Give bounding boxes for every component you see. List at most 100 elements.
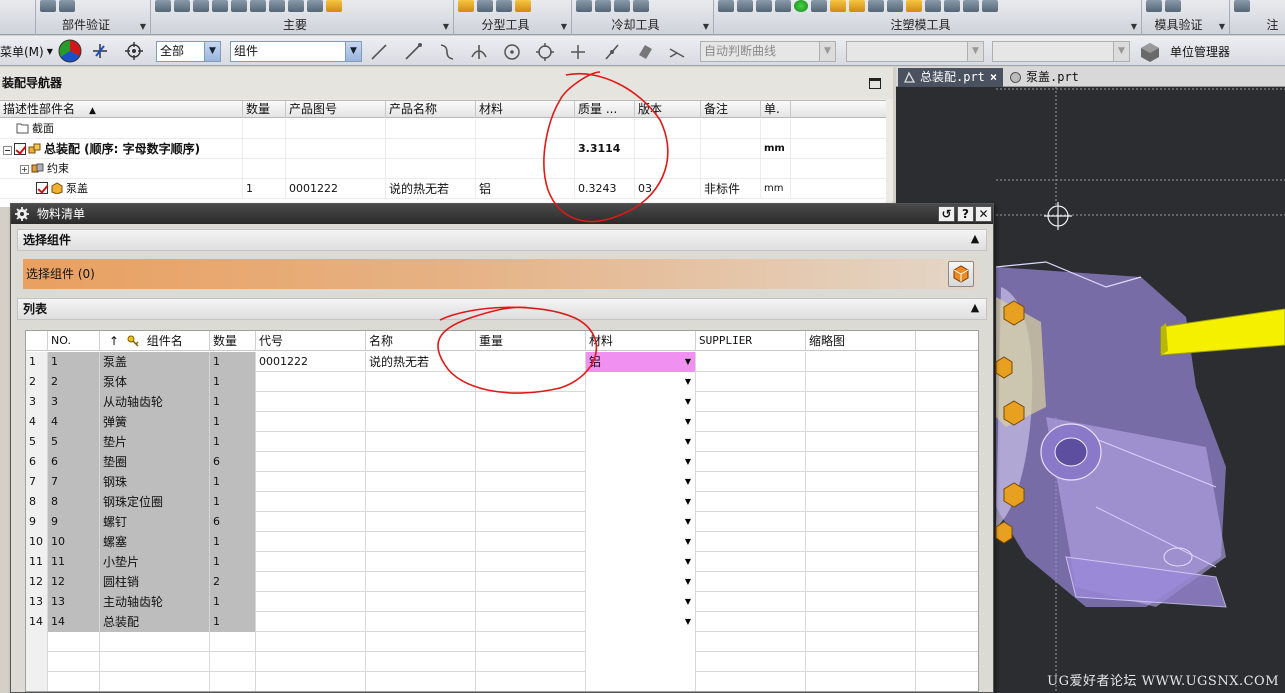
column-header[interactable]: 数量 [210, 331, 256, 351]
select-component-bar[interactable]: 选择组件 (0) [23, 259, 977, 289]
name-cell[interactable] [366, 592, 476, 612]
close-icon[interactable]: ✕ [975, 206, 992, 222]
code-cell[interactable] [256, 472, 366, 492]
menu-button[interactable]: 菜单(M) ▼ [0, 40, 53, 62]
gear-icon[interactable] [15, 207, 29, 221]
chevron-down-icon[interactable]: ▼ [685, 432, 691, 452]
unit-manager-button[interactable]: 单位管理器 [1170, 40, 1230, 62]
line-snap-icon[interactable] [370, 43, 388, 61]
section-list[interactable]: 列表 ▲ [17, 298, 987, 320]
filter-scope-select[interactable]: 全部 ▼ [156, 41, 221, 62]
crosshair-icon[interactable] [125, 42, 143, 60]
help-icon[interactable]: ? [957, 206, 974, 222]
table-row[interactable]: 12 12 圆柱销 2 ▼ [26, 572, 978, 592]
supplier-cell[interactable] [696, 532, 806, 552]
tool-icon[interactable] [40, 0, 56, 12]
weight-cell[interactable] [476, 492, 586, 512]
weight-cell[interactable] [476, 432, 586, 452]
material-select[interactable]: ▼ [586, 492, 696, 512]
chevron-down-icon[interactable]: ▼ [140, 22, 146, 31]
ribbon-group-cooling-tools[interactable]: 冷却工具 ▼ [572, 0, 714, 35]
table-row[interactable]: 8 8 钢珠定位圈 1 ▼ [26, 492, 978, 512]
navigator-row[interactable]: 截面 [0, 119, 886, 139]
material-select[interactable]: ▼ [586, 452, 696, 472]
name-cell[interactable] [366, 392, 476, 412]
chevron-down-icon[interactable]: ▼ [685, 512, 691, 532]
tool-icon[interactable] [849, 0, 865, 12]
name-cell[interactable] [366, 412, 476, 432]
column-header[interactable]: NO. [48, 331, 100, 351]
weight-cell[interactable] [476, 472, 586, 492]
tool-icon[interactable] [515, 0, 531, 12]
column-header[interactable]: 质量 ... [575, 101, 635, 118]
tool-icon[interactable] [458, 0, 474, 12]
maximize-icon[interactable] [869, 78, 881, 89]
selection-filter-select[interactable]: 组件 ▼ [230, 41, 362, 62]
column-header[interactable]: 备注 [701, 101, 761, 118]
curve-snap-icon[interactable] [438, 43, 456, 61]
weight-cell[interactable] [476, 552, 586, 572]
collapse-icon[interactable]: − [3, 146, 12, 155]
supplier-cell[interactable] [696, 412, 806, 432]
color-wheel-icon[interactable] [58, 39, 82, 63]
chevron-down-icon[interactable]: ▼ [685, 612, 691, 632]
chevron-down-icon[interactable]: ▼ [967, 42, 983, 61]
name-cell[interactable] [366, 532, 476, 552]
table-row[interactable]: 6 6 垫圈 6 ▼ [26, 452, 978, 472]
section-select-component[interactable]: 选择组件 ▲ [17, 229, 987, 251]
chevron-down-icon[interactable]: ▼ [685, 452, 691, 472]
code-cell[interactable] [256, 512, 366, 532]
code-cell[interactable] [256, 592, 366, 612]
tool-icon[interactable] [633, 0, 649, 12]
tool-icon[interactable] [326, 0, 342, 12]
navigator-row[interactable]: 泵盖 1 0001222 说的热无若 铝 0.3243 03 非标件 mm [0, 179, 886, 199]
tool-icon[interactable] [830, 0, 846, 12]
tool-icon[interactable] [718, 0, 734, 12]
table-row[interactable]: 1 1 泵盖 1 0001222 说的热无若铝 ▼ [26, 352, 978, 372]
code-cell[interactable]: 0001222 [256, 352, 366, 372]
table-row[interactable]: 2 2 泵体 1 ▼ [26, 372, 978, 392]
center-snap-icon[interactable] [503, 43, 521, 61]
tool-icon[interactable] [174, 0, 190, 12]
ribbon-group-mold-tools[interactable]: 注塑模工具 ▼ [714, 0, 1142, 35]
material-select[interactable]: ▼ [586, 592, 696, 612]
point-on-face-icon[interactable] [636, 43, 654, 61]
weight-cell[interactable] [476, 532, 586, 552]
chevron-down-icon[interactable]: ▼ [685, 492, 691, 512]
chevron-down-icon[interactable]: ▼ [685, 592, 691, 612]
chevron-down-icon[interactable]: ▼ [1113, 42, 1129, 61]
chevron-down-icon[interactable]: ▼ [1131, 22, 1137, 31]
tool-icon[interactable] [155, 0, 171, 12]
intent-select[interactable]: ▼ [846, 41, 984, 62]
tool-icon[interactable] [925, 0, 941, 12]
chevron-down-icon[interactable]: ▼ [685, 572, 691, 592]
material-select[interactable]: 铝 ▼ [586, 352, 696, 372]
tool-icon[interactable] [775, 0, 791, 12]
tool-icon[interactable] [811, 0, 827, 12]
visibility-checkbox[interactable] [14, 143, 26, 155]
name-cell[interactable] [366, 472, 476, 492]
code-cell[interactable] [256, 432, 366, 452]
tool-icon[interactable] [1234, 0, 1250, 12]
tool-icon[interactable] [231, 0, 247, 12]
collapse-section-icon[interactable]: ▲ [968, 233, 982, 247]
pump-model[interactable] [995, 261, 1285, 608]
tool-icon[interactable] [868, 0, 884, 12]
material-select[interactable]: ▼ [586, 572, 696, 592]
point-on-curve-icon[interactable] [603, 43, 621, 61]
code-cell[interactable] [256, 392, 366, 412]
tool-icon[interactable] [212, 0, 228, 12]
curve-rule-select[interactable]: 自动判断曲线 ▼ [700, 41, 836, 62]
table-row[interactable]: 4 4 弹簧 1 ▼ [26, 412, 978, 432]
supplier-cell[interactable] [696, 612, 806, 632]
weight-cell[interactable] [476, 392, 586, 412]
weight-cell[interactable] [476, 352, 586, 372]
expand-icon[interactable]: + [20, 165, 29, 174]
column-header[interactable]: 单. [761, 101, 791, 118]
supplier-cell[interactable] [696, 552, 806, 572]
chevron-down-icon[interactable]: ▼ [345, 42, 361, 61]
tool-icon[interactable] [496, 0, 512, 12]
material-select[interactable]: ▼ [586, 552, 696, 572]
column-header[interactable]: 重量 [476, 331, 586, 351]
supplier-cell[interactable] [696, 432, 806, 452]
